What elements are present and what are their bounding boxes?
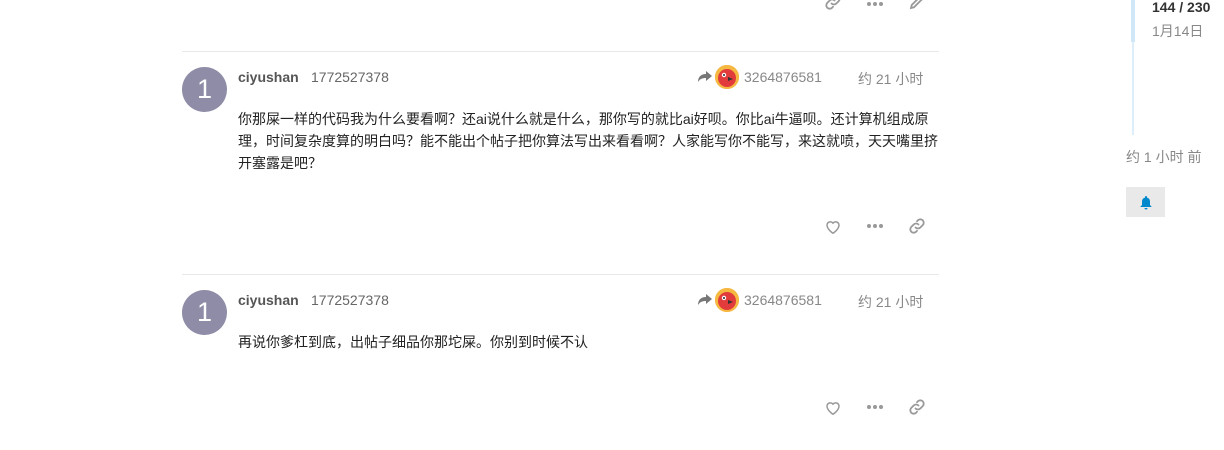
reply-avatar[interactable] (715, 65, 739, 89)
post-time[interactable]: 约 21 小时 (858, 292, 923, 312)
username[interactable]: ciyushan (238, 69, 299, 85)
ellipsis-icon (867, 405, 883, 409)
post-divider (182, 51, 939, 52)
username[interactable]: ciyushan (238, 292, 299, 308)
parrot-avatar-icon (715, 65, 739, 89)
timeline-handle[interactable] (1131, 0, 1135, 42)
link-icon (909, 218, 925, 234)
timeline-last-activity[interactable]: 约 1 小时 前 (1126, 147, 1201, 167)
post-divider (182, 274, 939, 275)
post-body: 再说你爹杠到底，出帖子细品你那坨屎。你别到时候不认 (238, 334, 588, 350)
reply-avatar[interactable] (715, 288, 739, 312)
post-body: 你那屎一样的代码我为什么要看啊？还ai说什么就是什么，那你写的就比ai好呗。你比… (238, 111, 938, 171)
parrot-avatar-icon (715, 288, 739, 312)
more-button[interactable] (863, 395, 887, 419)
post-time[interactable]: 约 21 小时 (858, 69, 923, 89)
user-id: 1772527378 (311, 69, 389, 85)
edit-button-top[interactable] (905, 0, 929, 14)
link-icon (909, 399, 925, 415)
heart-icon (826, 401, 840, 415)
like-button[interactable] (821, 214, 845, 238)
reply-arrow-icon (698, 294, 712, 305)
link-button-top[interactable] (821, 0, 845, 14)
heart-icon (826, 220, 840, 234)
timeline-date: 1月14日 (1152, 23, 1204, 39)
ellipsis-icon (867, 224, 883, 228)
link-button[interactable] (905, 395, 929, 419)
notification-button[interactable] (1126, 187, 1165, 217)
more-button[interactable] (863, 214, 887, 238)
reply-target-id[interactable]: 3264876581 (744, 69, 822, 85)
like-button[interactable] (821, 395, 845, 419)
avatar-letter: 1 (196, 74, 213, 104)
avatar[interactable]: 1 (182, 67, 227, 112)
more-button-top[interactable] (863, 0, 887, 16)
reply-arrow-icon (698, 71, 712, 82)
pencil-icon (909, 0, 923, 10)
avatar[interactable]: 1 (182, 290, 227, 335)
avatar-letter: 1 (196, 297, 213, 327)
user-id: 1772527378 (311, 292, 389, 308)
timeline-post-count: 144 / 230 (1152, 0, 1211, 15)
reply-target-id[interactable]: 3264876581 (744, 292, 822, 308)
ellipsis-icon (867, 2, 883, 6)
bell-icon (1140, 195, 1151, 209)
link-button[interactable] (905, 214, 929, 238)
link-icon (825, 0, 841, 10)
